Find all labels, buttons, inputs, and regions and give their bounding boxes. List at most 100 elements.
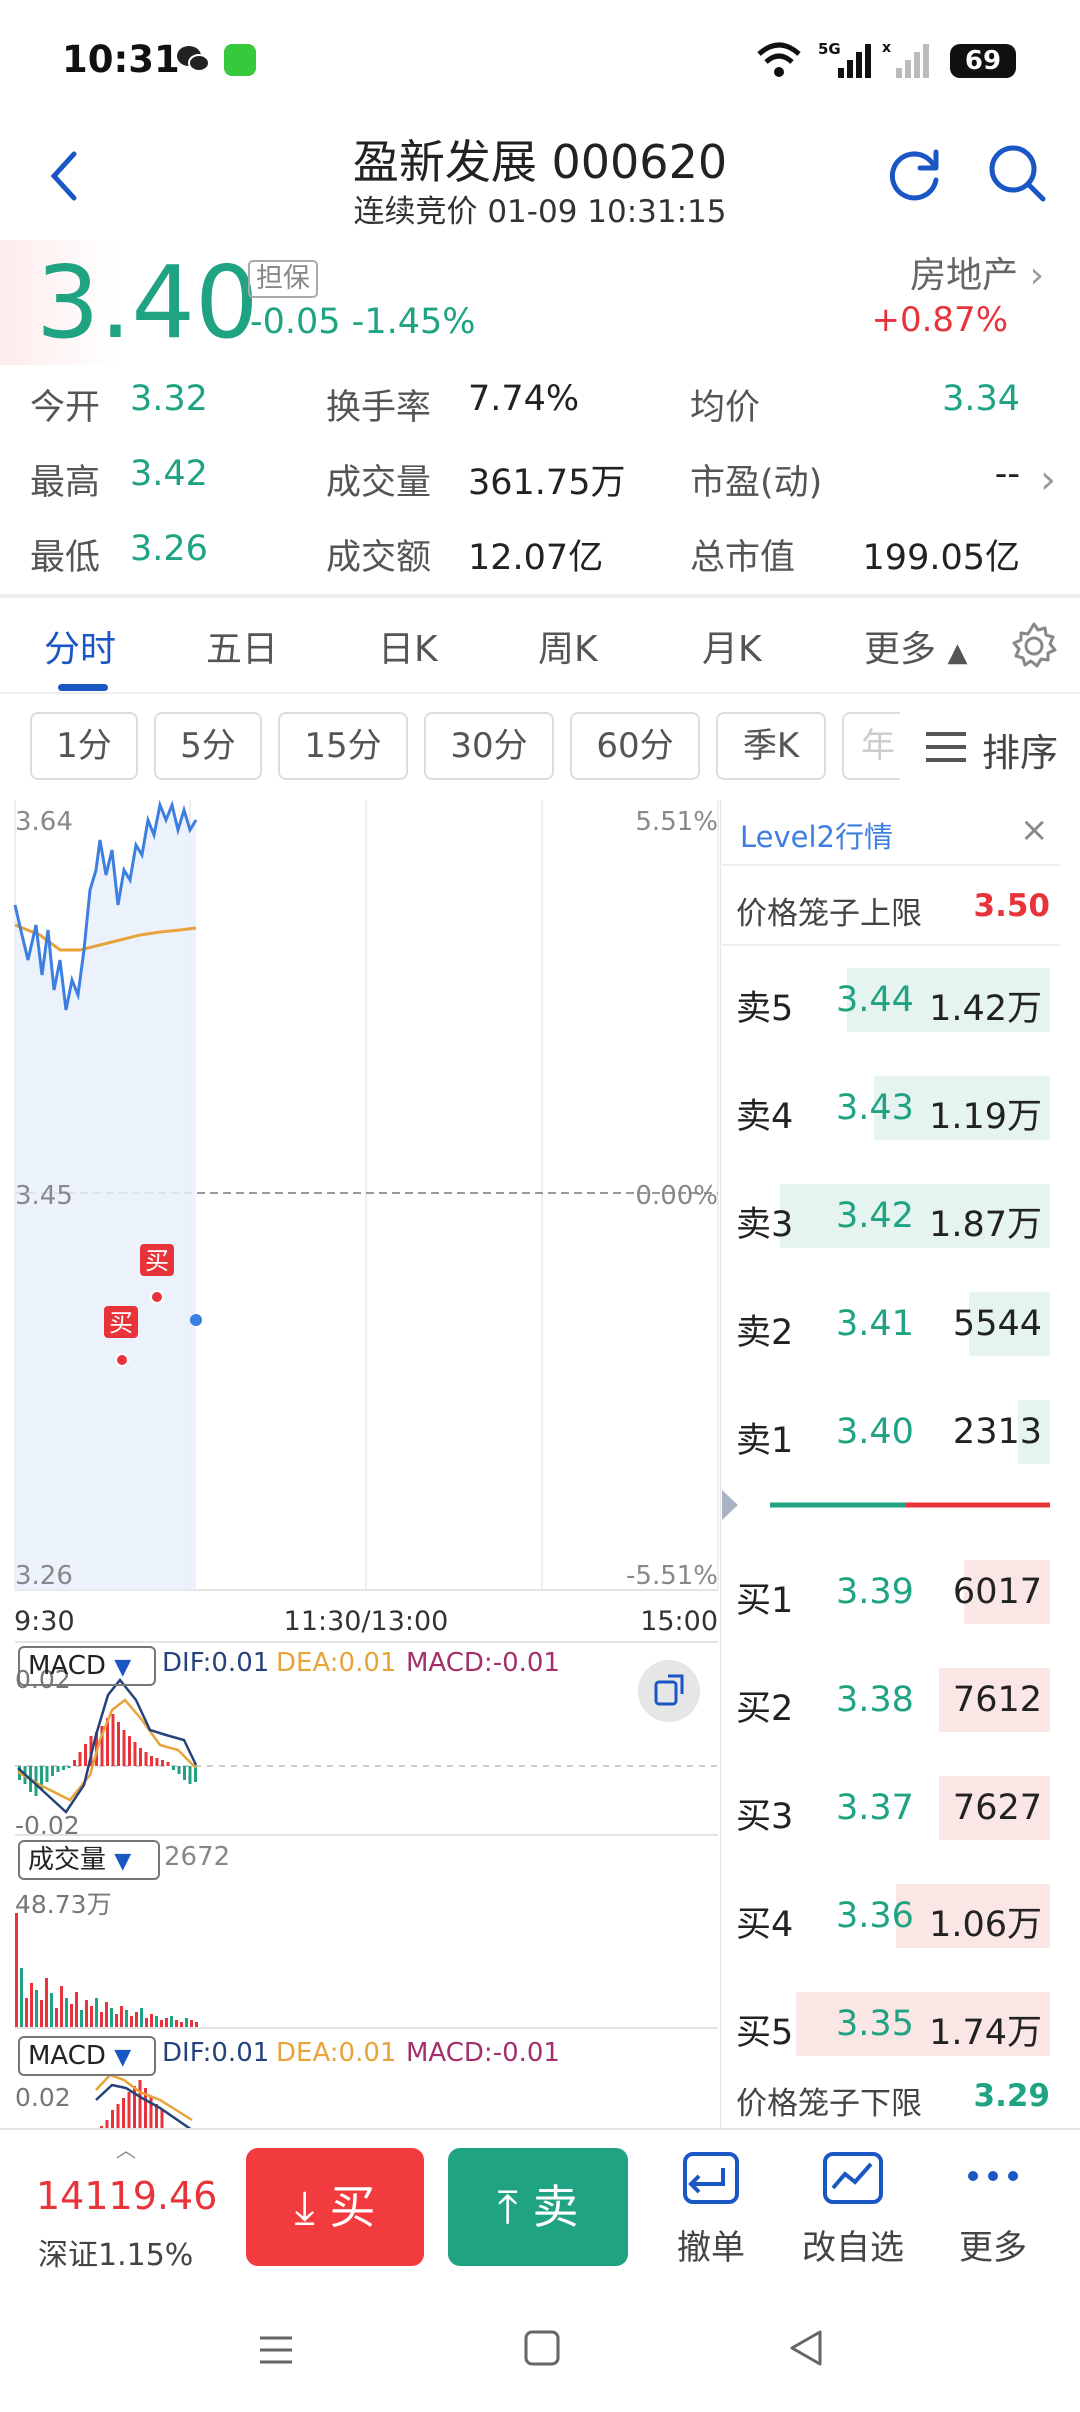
volume-bar xyxy=(55,2008,58,2028)
svg-text:5G: 5G xyxy=(818,40,841,58)
bid-row[interactable]: 买1 3.39 6017 xyxy=(720,1560,1060,1624)
volume-indicator-select[interactable]: 成交量 ▼ xyxy=(18,1840,160,1880)
stat-value: 3.34 xyxy=(942,379,1020,419)
stat-label: 最高 xyxy=(30,463,101,503)
index-value[interactable]: 14119.46 xyxy=(36,2174,217,2218)
bid-row[interactable]: 买2 3.38 7612 xyxy=(720,1668,1060,1732)
ask-row[interactable]: 卖5 3.44 1.42万 xyxy=(720,968,1060,1032)
period-5min[interactable]: 5分 xyxy=(154,712,262,780)
sector-name: 房地产 xyxy=(910,255,1019,296)
order-label: 买4 xyxy=(736,1905,794,1945)
volume-bar xyxy=(40,2000,43,2028)
signal-5g-icon: 5G xyxy=(818,40,871,78)
ask-row[interactable]: 卖2 3.41 5544 xyxy=(720,1292,1060,1356)
stat-label: 今开 xyxy=(30,388,101,428)
macd-bar xyxy=(56,1766,60,1772)
sector-link[interactable]: 房地产 › xyxy=(910,246,1044,298)
intraday-chart[interactable]: 买 买 3.64 3.45 3.26 5.51% 0.00% -5.51% 9:… xyxy=(0,800,720,2130)
period-30min[interactable]: 30分 xyxy=(424,712,554,780)
tab-daily-k[interactable]: 日K xyxy=(378,620,438,672)
macd-bar xyxy=(139,1748,142,1766)
watchlist-button[interactable]: 改自选 xyxy=(788,2150,918,2269)
stat-value: 7.74% xyxy=(468,379,580,419)
time-mid: 11:30/13:00 xyxy=(284,1606,449,1637)
order-label: 卖4 xyxy=(736,1097,794,1137)
chevron-right-icon[interactable]: › xyxy=(1040,457,1056,503)
order-volume: 6017 xyxy=(952,1572,1042,1612)
home-icon[interactable] xyxy=(522,2328,562,2368)
stat-value: 361.75万 xyxy=(468,463,626,503)
period-60min[interactable]: 60分 xyxy=(570,712,700,780)
arrow-down-icon: ⤓ xyxy=(294,2180,315,2234)
volume-bar xyxy=(160,2020,163,2028)
sort-button[interactable]: 排序 xyxy=(900,712,1080,780)
tab-five-day[interactable]: 五日 xyxy=(206,620,278,672)
period-1min[interactable]: 1分 xyxy=(30,712,138,780)
period-15min[interactable]: 15分 xyxy=(278,712,408,780)
volume-bar xyxy=(30,1983,33,2028)
tab-monthly-k[interactable]: 月K xyxy=(702,620,762,672)
bid-row[interactable]: 买4 3.36 1.06万 xyxy=(720,1884,1060,1948)
macd-bar xyxy=(160,2110,164,2130)
stat-label: 换手率 xyxy=(326,388,432,428)
ask-row[interactable]: 卖1 3.40 2313 xyxy=(720,1400,1060,1464)
settings-gear-icon[interactable] xyxy=(1008,620,1060,672)
rotate-screen-button[interactable] xyxy=(638,1660,700,1722)
macd-dif: DIF:0.01 xyxy=(162,2038,270,2068)
macd2-indicator-select[interactable]: MACD ▼ xyxy=(18,2036,156,2076)
macd-bar xyxy=(45,1766,49,1782)
cancel-order-button[interactable]: 撤单 xyxy=(646,2150,776,2269)
sell-button[interactable]: ⤒ 卖 xyxy=(448,2148,628,2266)
volume-bar xyxy=(65,1998,68,2028)
active-tab-indicator xyxy=(58,684,108,691)
close-icon[interactable]: × xyxy=(1020,810,1049,850)
macd-indicator-select[interactable]: MACD ▼ xyxy=(18,1646,156,1686)
bid-row[interactable]: 买5 3.35 1.74万 xyxy=(720,1992,1060,2056)
macd-name: MACD xyxy=(28,2041,106,2071)
macd-bar xyxy=(73,1760,76,1766)
order-label: 买5 xyxy=(736,2013,794,2053)
price-axis-mid: 3.45 xyxy=(15,1181,73,1211)
tab-weekly-k[interactable]: 周K xyxy=(538,620,598,672)
volume-bar xyxy=(90,2006,93,2028)
stat-value: 12.07亿 xyxy=(468,538,604,578)
stat-label: 均价 xyxy=(690,388,761,428)
ask-row[interactable]: 卖4 3.43 1.19万 xyxy=(720,1076,1060,1140)
macd-bar xyxy=(161,1760,164,1766)
volume-bar xyxy=(120,2006,123,2028)
order-price: 3.36 xyxy=(836,1896,914,1936)
order-volume: 5544 xyxy=(952,1304,1042,1344)
sell-label: 卖 xyxy=(532,2180,579,2234)
volume-bar xyxy=(60,1986,63,2028)
macd-dea: DEA:0.01 xyxy=(276,1648,397,1678)
tab-intraday[interactable]: 分时 xyxy=(44,620,116,672)
volume-bar xyxy=(165,2018,168,2028)
level2-panel: Level2行情 × 价格笼子上限 3.50 卖5 3.44 1.42万 卖4 3.43… xyxy=(720,800,1060,2130)
volume-bar xyxy=(185,2018,188,2028)
tab-more[interactable]: 更多 ▲ xyxy=(864,620,967,672)
macd-dif: DIF:0.01 xyxy=(162,1648,270,1678)
status-bar: 10:31 5G x 69 xyxy=(0,0,1080,120)
period-quarter-k[interactable]: 季K xyxy=(716,712,826,780)
chevron-right-icon: › xyxy=(1029,255,1044,296)
search-icon[interactable] xyxy=(986,142,1048,204)
back-icon[interactable] xyxy=(786,2328,826,2368)
buy-button[interactable]: ⤓ 买 xyxy=(246,2148,424,2266)
recent-apps-icon[interactable] xyxy=(256,2330,296,2370)
volume-bar xyxy=(125,2010,128,2028)
order-label: 卖5 xyxy=(736,989,794,1029)
volume-bar xyxy=(115,2014,118,2028)
macd-value: MACD:-0.01 xyxy=(406,2038,560,2068)
ask-row[interactable]: 卖3 3.42 1.87万 xyxy=(720,1184,1060,1248)
sort-label: 排序 xyxy=(982,731,1059,775)
stat-label: 最低 xyxy=(30,538,101,578)
more-button[interactable]: 更多 xyxy=(928,2150,1058,2269)
order-volume: 2313 xyxy=(952,1412,1042,1452)
chevron-up-icon[interactable]: ︿ xyxy=(116,2134,136,2163)
bid-row[interactable]: 买3 3.37 7627 xyxy=(720,1776,1060,1840)
order-price: 3.43 xyxy=(836,1088,914,1128)
watchlist-label: 改自选 xyxy=(802,2228,904,2268)
wechat-icon xyxy=(177,46,210,72)
order-label: 买3 xyxy=(736,1797,794,1837)
refresh-icon[interactable] xyxy=(886,144,946,204)
